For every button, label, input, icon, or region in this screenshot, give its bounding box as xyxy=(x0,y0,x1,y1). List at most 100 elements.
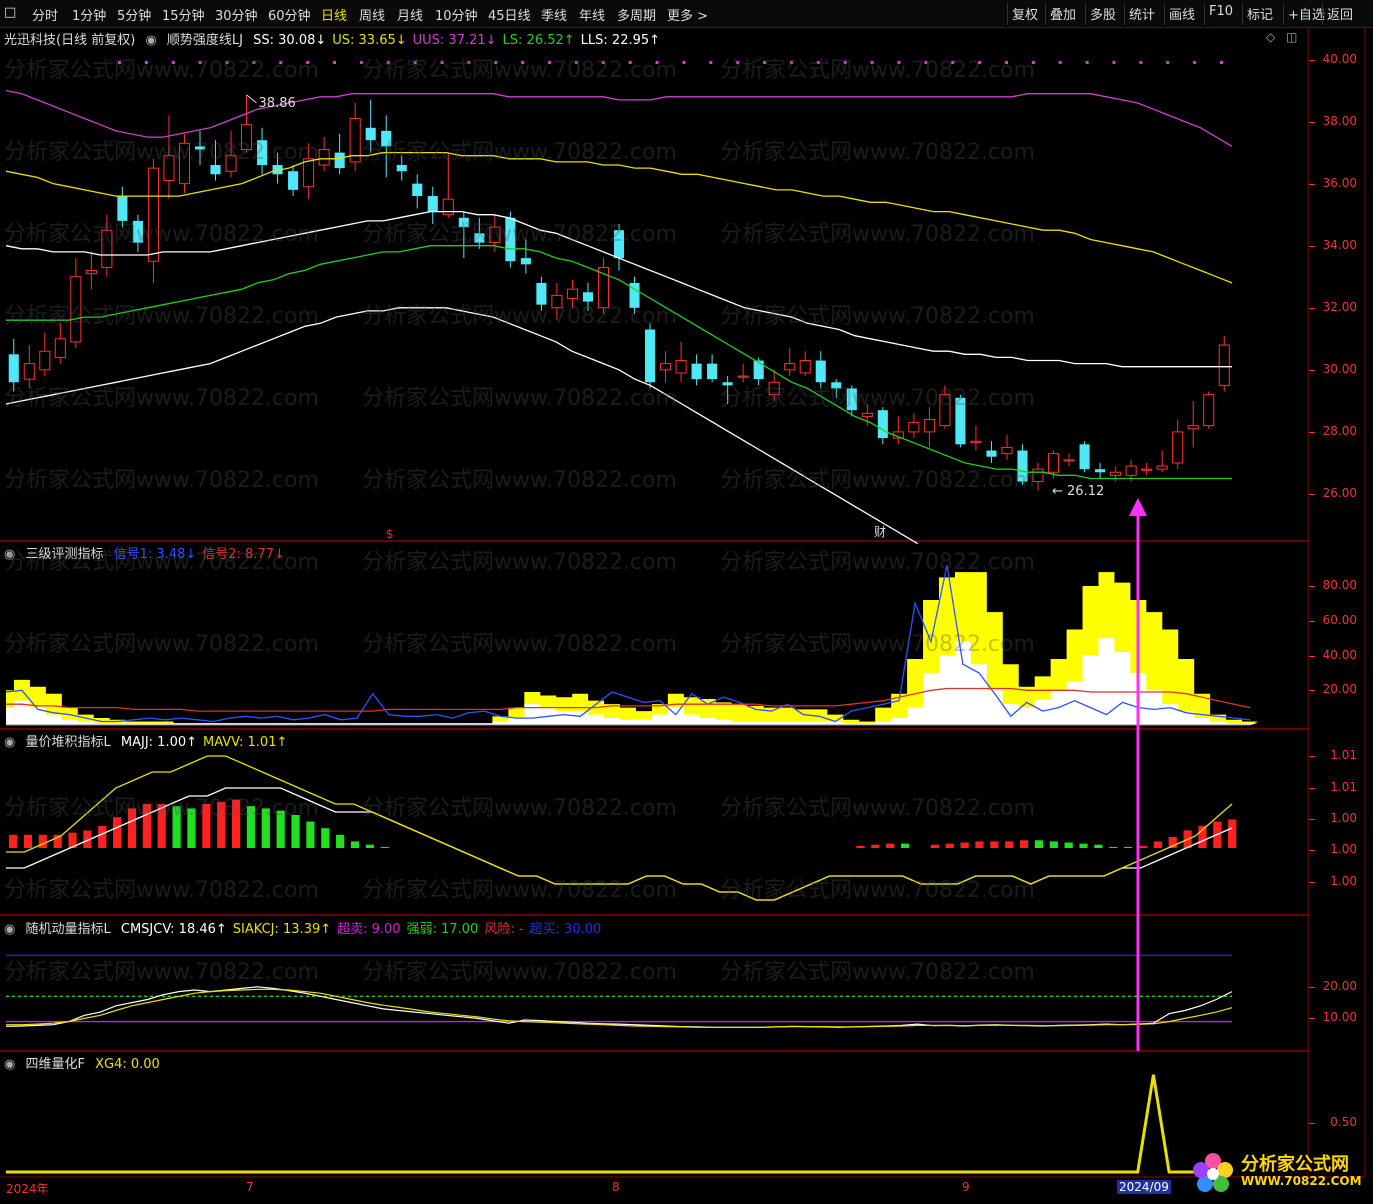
volume-bar xyxy=(380,846,389,848)
candle-body-up xyxy=(1125,465,1137,476)
volume-bar xyxy=(172,806,181,848)
y-tick-mark xyxy=(1309,493,1315,495)
volume-bar xyxy=(113,817,122,848)
volume-bar xyxy=(1064,842,1073,848)
y-tick-label: 10.00 xyxy=(1322,1010,1357,1025)
volume-bar xyxy=(1079,843,1088,848)
panel5-toggle-icon[interactable]: ◉ xyxy=(4,1057,15,1072)
candle-body-up xyxy=(737,375,749,378)
candle-body-down xyxy=(396,165,407,172)
panel4-title[interactable]: 随机动量指标L xyxy=(25,922,110,937)
volume-bar xyxy=(350,841,360,848)
volume-bar xyxy=(945,843,954,848)
chart-expand-icon[interactable]: ◫ xyxy=(1286,30,1297,44)
panel2-header: ◉ 三级评测指标 信号1: 3.48↓ 信号2: 8.77↓ xyxy=(4,543,297,562)
candle-body-down xyxy=(365,127,376,141)
volume-bar xyxy=(1124,846,1133,848)
signal-dot xyxy=(198,61,202,64)
signal-dot xyxy=(816,61,820,64)
indicator-value: 信号1: 3.48↓ xyxy=(113,547,197,562)
candle-body-up xyxy=(768,381,780,396)
indicator-value: LLS: 22.95↑ xyxy=(580,33,661,48)
signal-dot xyxy=(1139,61,1143,64)
indicator-name[interactable]: 顺势强度线LJ xyxy=(167,33,243,48)
signal-arrow-icon xyxy=(1129,498,1147,516)
signal-dot xyxy=(333,61,337,64)
y-tick-mark xyxy=(1309,1123,1315,1125)
volume-bar xyxy=(187,808,196,848)
panel3-header: ◉ 量价堆积指标L MAJJ: 1.00↑ MAVV: 1.01↑ xyxy=(4,731,299,750)
signal-dot xyxy=(279,61,283,64)
signal-dot xyxy=(494,61,498,64)
signal-dot xyxy=(789,61,793,64)
volume-bar xyxy=(1094,844,1103,848)
chart-settings-icon[interactable]: ◇ xyxy=(1266,30,1275,44)
candle-body-down xyxy=(707,363,718,380)
indicator-dropdown-icon[interactable]: ◉ xyxy=(145,33,156,48)
candle-body-down xyxy=(334,152,345,169)
y-tick-label: 36.00 xyxy=(1322,175,1357,190)
candle-body-down xyxy=(1079,444,1090,470)
indicator-value: UUS: 37.21↓ xyxy=(412,33,497,48)
panel3-toggle-icon[interactable]: ◉ xyxy=(4,735,15,750)
candle-body-up xyxy=(566,288,578,299)
candle-body-down xyxy=(722,382,733,386)
panel3-title[interactable]: 量价堆积指标L xyxy=(25,735,110,750)
stock-name[interactable]: 光迅科技(日线 前复权) xyxy=(4,33,135,48)
volume-bar xyxy=(1228,819,1237,848)
candle-body-up xyxy=(101,229,113,268)
signal-dot xyxy=(843,61,847,64)
y-tick-mark xyxy=(1309,369,1315,371)
indicator-value: 超买: 30.00 xyxy=(529,922,602,937)
candle-body-up xyxy=(551,294,563,309)
volume-bar xyxy=(127,808,137,848)
candle-body-up xyxy=(923,418,935,433)
y-tick-mark xyxy=(1309,882,1315,883)
candle-body-down xyxy=(1095,469,1106,473)
y-tick-mark xyxy=(1309,620,1315,622)
y-tick-mark xyxy=(1309,986,1315,988)
y-tick-label: 1.00 xyxy=(1330,874,1357,888)
panel2-title[interactable]: 三级评测指标 xyxy=(25,547,103,562)
panel2-toggle-icon[interactable]: ◉ xyxy=(4,547,15,562)
candle-body-down xyxy=(8,354,19,383)
volume-bar xyxy=(217,801,226,848)
panel5-title[interactable]: 四维量化F xyxy=(25,1057,84,1072)
indicator-value: SIAKCJ: 13.39↑ xyxy=(232,922,332,937)
indicator-value: MAVV: 1.01↑ xyxy=(203,735,288,750)
y-tick-mark xyxy=(1309,586,1315,588)
volume-bar xyxy=(960,842,969,848)
signal-dot xyxy=(897,61,901,64)
candle-body-down xyxy=(257,140,268,166)
volume-bar xyxy=(291,815,300,848)
candle-body-up xyxy=(1110,471,1122,476)
candle-body-down xyxy=(691,363,702,380)
band-line-LS xyxy=(6,245,1232,480)
logo-title: 分析家公式网 xyxy=(1241,1154,1349,1175)
signal-dot xyxy=(655,61,659,64)
y-tick-label: 1.00 xyxy=(1330,842,1357,856)
y-tick-mark xyxy=(1309,788,1315,789)
signal-dot xyxy=(763,61,767,64)
band-line-UUS xyxy=(5,89,1233,147)
volume-bar xyxy=(1153,841,1162,848)
candle-body-up xyxy=(442,198,454,216)
candle-body-up xyxy=(939,394,951,427)
indicator-value: 超卖: 9.00 xyxy=(337,922,401,937)
candle-body-up xyxy=(1032,468,1044,483)
signal-dot xyxy=(1112,61,1116,64)
volume-bar xyxy=(930,844,939,848)
y-tick-label: 26.00 xyxy=(1322,485,1357,500)
candle-body-down xyxy=(815,360,826,383)
panel4-toggle-icon[interactable]: ◉ xyxy=(4,922,15,937)
y-tick-mark xyxy=(1309,121,1315,123)
panel4-header: ◉ 随机动量指标L CMSJCV: 18.46↑ SIAKCJ: 13.39↑ 超卖… xyxy=(4,918,613,937)
y-tick-label: 0.50 xyxy=(1330,1115,1357,1130)
y-tick-label: 30.00 xyxy=(1322,361,1357,376)
indicator-value: 信号2: 8.77↓ xyxy=(202,547,285,562)
signal-dot xyxy=(924,61,928,64)
candle-body-down xyxy=(381,130,392,147)
signal-dot xyxy=(118,61,121,64)
candle-body-up xyxy=(225,155,237,172)
y-tick-label: 1.01 xyxy=(1330,780,1357,794)
